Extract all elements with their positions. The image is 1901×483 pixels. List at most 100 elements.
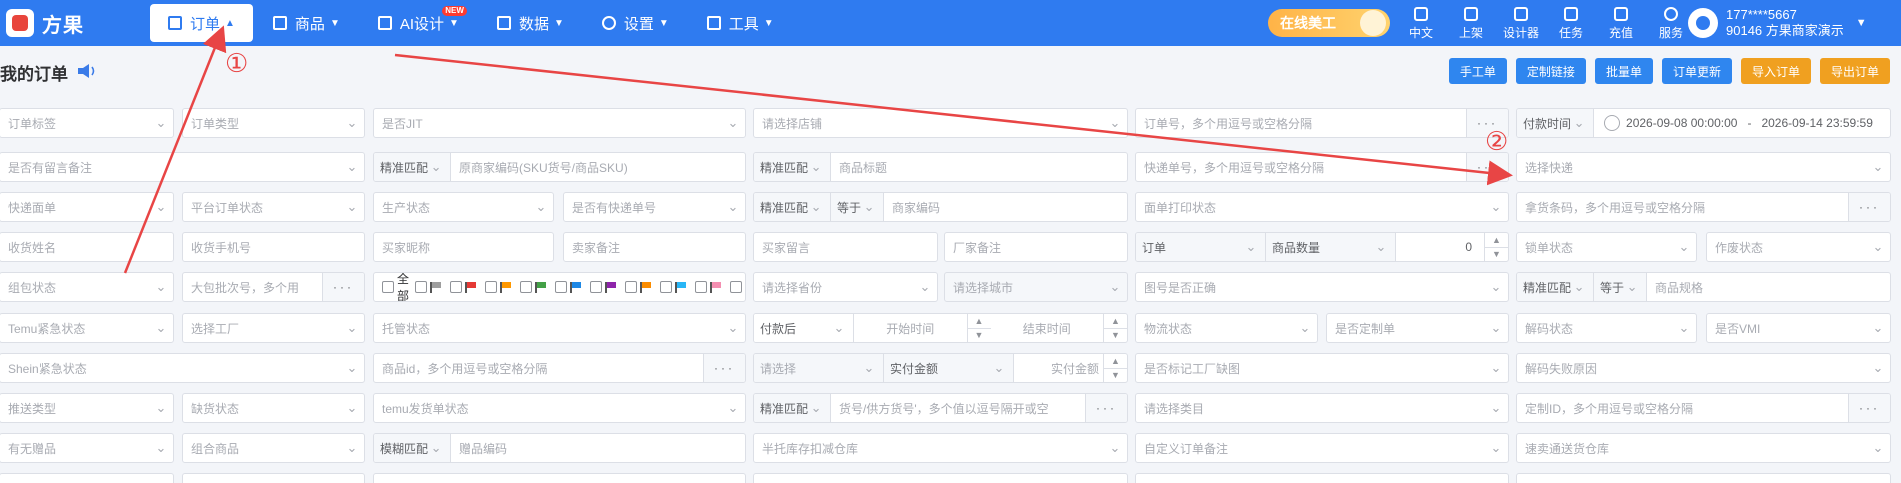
after-pay-select[interactable]: 付款后 ⌄ [754,314,854,342]
start-time-input[interactable]: 开始时间 [854,320,967,337]
flag-checkbox[interactable] [450,281,463,293]
flag-checkbox[interactable] [660,281,673,293]
is-vmi-select[interactable]: 是否VMI ⌄ [1706,313,1891,343]
image-correct-select[interactable]: 图号是否正确 ⌄ [1135,272,1509,302]
more-dots-button[interactable]: ··· [1848,394,1890,422]
order-dim-select[interactable]: 订单 ⌄ [1136,233,1266,261]
temu-ship-status-select[interactable]: temu发货单状态 ⌄ [373,393,746,423]
more-dots-button[interactable]: ··· [703,354,745,382]
category-select[interactable]: 请选择类目 ⌄ [1135,393,1509,423]
sku-spec-filter[interactable]: 精准匹配 ⌄ 等于 ⌄ 商品规格 [1516,272,1891,302]
order-number-input[interactable]: 订单号，多个用逗号或空格分隔 ··· [1135,108,1509,138]
export-orders-button[interactable]: 导出订单 [1819,58,1890,84]
end-time-input[interactable]: 结束时间 [991,320,1104,337]
match-mode-select[interactable]: 精准匹配 ⌄ [1517,273,1595,301]
brand-logo[interactable]: 方果 [6,7,84,39]
filter-row-10-a[interactable] [0,473,174,483]
time-type-select[interactable]: 付款时间 ⌄ [1517,109,1595,137]
update-orders-button[interactable]: 订单更新 [1661,58,1732,84]
receiver-phone-input[interactable]: 收货手机号 [182,232,365,262]
nav-tools[interactable]: 工具 ▼ [689,4,792,42]
more-dots-button[interactable]: ··· [322,273,364,301]
import-orders-button[interactable]: 导入订单 [1740,58,1811,84]
nav-data[interactable]: 数据 ▼ [479,4,582,42]
more-dots-button[interactable]: ··· [1085,394,1127,422]
tool-language[interactable]: 中文 [1396,4,1446,44]
logistics-status-select[interactable]: 物流状态 ⌄ [1135,313,1318,343]
quantity-stepper[interactable]: ▲ ▼ [1484,233,1508,261]
flag-checkbox[interactable] [730,281,743,293]
city-select[interactable]: 请选择城市 ⌄ [944,272,1128,302]
has-note-select[interactable]: 是否有留言备注 ⌄ [0,152,365,182]
payment-time-range[interactable]: 付款时间 ⌄ 2026-09-08 00:00:00 - 2026-09-14 2… [1516,108,1891,138]
operator-select[interactable]: 等于 ⌄ [1594,273,1648,301]
online-designer-promo[interactable]: 在线美工 [1268,9,1390,37]
manual-order-button[interactable]: 手工单 [1448,58,1507,84]
order-type-select[interactable]: 订单类型 ⌄ [182,108,365,138]
stockout-status-select[interactable]: 缺货状态 ⌄ [182,393,365,423]
after-pay-time-range[interactable]: 付款后 ⌄ 开始时间 ▲ ▼ 结束时间 ▲ ▼ [753,313,1128,343]
match-mode-select[interactable]: 精准匹配 ⌄ [754,153,832,181]
batch-order-button[interactable]: 批量单 [1594,58,1653,84]
amount-input[interactable]: 实付金额 [1014,360,1103,377]
merchant-code-filter[interactable]: 精准匹配 ⌄ 等于 ⌄ 商家编码 [753,192,1128,222]
print-status-select[interactable]: 面单打印状态 ⌄ [1135,192,1509,222]
province-select[interactable]: 请选择省份 ⌄ [753,272,938,302]
date-end[interactable]: 2026-09-14 23:59:59 [1761,116,1872,130]
nav-orders[interactable]: 订单 ▲ [150,4,253,42]
amount-stepper[interactable]: ▲ ▼ [1103,354,1127,382]
void-status-select[interactable]: 作废状态 ⌄ [1706,232,1891,262]
flag-checkbox[interactable] [695,281,708,293]
match-mode-select[interactable]: 精准匹配 ⌄ [374,153,452,181]
sku-code-filter[interactable]: 精准匹配 ⌄ 原商家编码(SKU货号/商品SKU) [373,152,746,182]
tool-list[interactable]: 上架 [1446,4,1496,44]
has-gift-select[interactable]: 有无赠品 ⌄ [0,433,174,463]
pick-barcode-input[interactable]: 拿货条码，多个用逗号或空格分隔 ··· [1516,192,1891,222]
match-mode-select[interactable]: 精准匹配 ⌄ [754,193,832,221]
express-sheet-select[interactable]: 快递面单 ⌄ [0,192,174,222]
flag-checkbox[interactable] [415,281,428,293]
product-id-input[interactable]: 商品id，多个用逗号或空格分隔 ··· [373,353,746,383]
has-tracking-select[interactable]: 是否有快递单号 ⌄ [563,192,746,222]
seller-note-input[interactable]: 卖家备注 [563,232,746,262]
courier-select[interactable]: 选择快递 ⌄ [1516,152,1891,182]
operator-select[interactable]: 等于 ⌄ [831,193,885,221]
product-title-filter[interactable]: 精准匹配 ⌄ 商品标题 [753,152,1128,182]
match-mode-select[interactable]: 模糊匹配 ⌄ [374,434,452,462]
order-tag-select[interactable]: 订单标签 ⌄ [0,108,174,138]
nav-products[interactable]: 商品 ▼ [255,4,358,42]
flag-checkbox[interactable] [485,281,498,293]
more-dots-button[interactable]: ··· [1466,153,1508,181]
start-time-stepper[interactable]: ▲ ▼ [966,314,991,342]
gift-code-filter[interactable]: 模糊匹配 ⌄ 赠品编码 [373,433,746,463]
date-start[interactable]: 2026-09-08 00:00:00 [1626,116,1737,130]
shein-urgent-select[interactable]: Shein紧急状态 ⌄ [0,353,365,383]
tool-designer[interactable]: 设计器 [1496,4,1546,44]
flag-checkbox[interactable] [625,281,638,293]
actual-amount-filter[interactable]: 请选择 ⌄ 实付金额 ⌄ 实付金额 ▲ ▼ [753,353,1128,383]
tool-recharge[interactable]: 充值 [1596,4,1646,44]
tracking-number-input[interactable]: 快递单号，多个用逗号或空格分隔 ··· [1135,152,1509,182]
semi-hosted-warehouse-select[interactable]: 半托库存扣减仓库 ⌄ [753,433,1128,463]
amount-op-select[interactable]: 请选择 ⌄ [754,354,884,382]
buyer-message-input[interactable]: 买家留言 [753,232,938,262]
filter-row-10-c[interactable] [373,473,746,483]
match-mode-select[interactable]: 精准匹配 ⌄ [754,394,832,422]
nav-settings[interactable]: 设置 ▼ [584,4,687,42]
factory-missing-image-select[interactable]: 是否标记工厂缺图 ⌄ [1135,353,1509,383]
filter-row-10-e[interactable] [1135,473,1509,483]
filter-row-10-b[interactable] [182,473,365,483]
hosting-status-select[interactable]: 托管状态 ⌄ [373,313,746,343]
filter-row-10-f[interactable] [1516,473,1891,483]
factory-note-input[interactable]: 厂家备注 [944,232,1128,262]
more-dots-button[interactable]: ··· [1848,193,1890,221]
decode-fail-reason-select[interactable]: 解码失败原因 ⌄ [1516,353,1891,383]
is-custom-select[interactable]: 是否定制单 ⌄ [1326,313,1509,343]
platform-status-select[interactable]: 平台订单状态 ⌄ [182,192,365,222]
flag-checkbox[interactable] [590,281,603,293]
aliexpress-warehouse-select[interactable]: 速卖通送货仓库 ⌄ [1516,433,1891,463]
temu-urgent-select[interactable]: Temu紧急状态 ⌄ [0,313,174,343]
quantity-value[interactable]: 0 [1396,240,1484,254]
is-jit-select[interactable]: 是否JIT ⌄ [373,108,746,138]
store-select[interactable]: 请选择店铺 ⌄ [753,108,1128,138]
